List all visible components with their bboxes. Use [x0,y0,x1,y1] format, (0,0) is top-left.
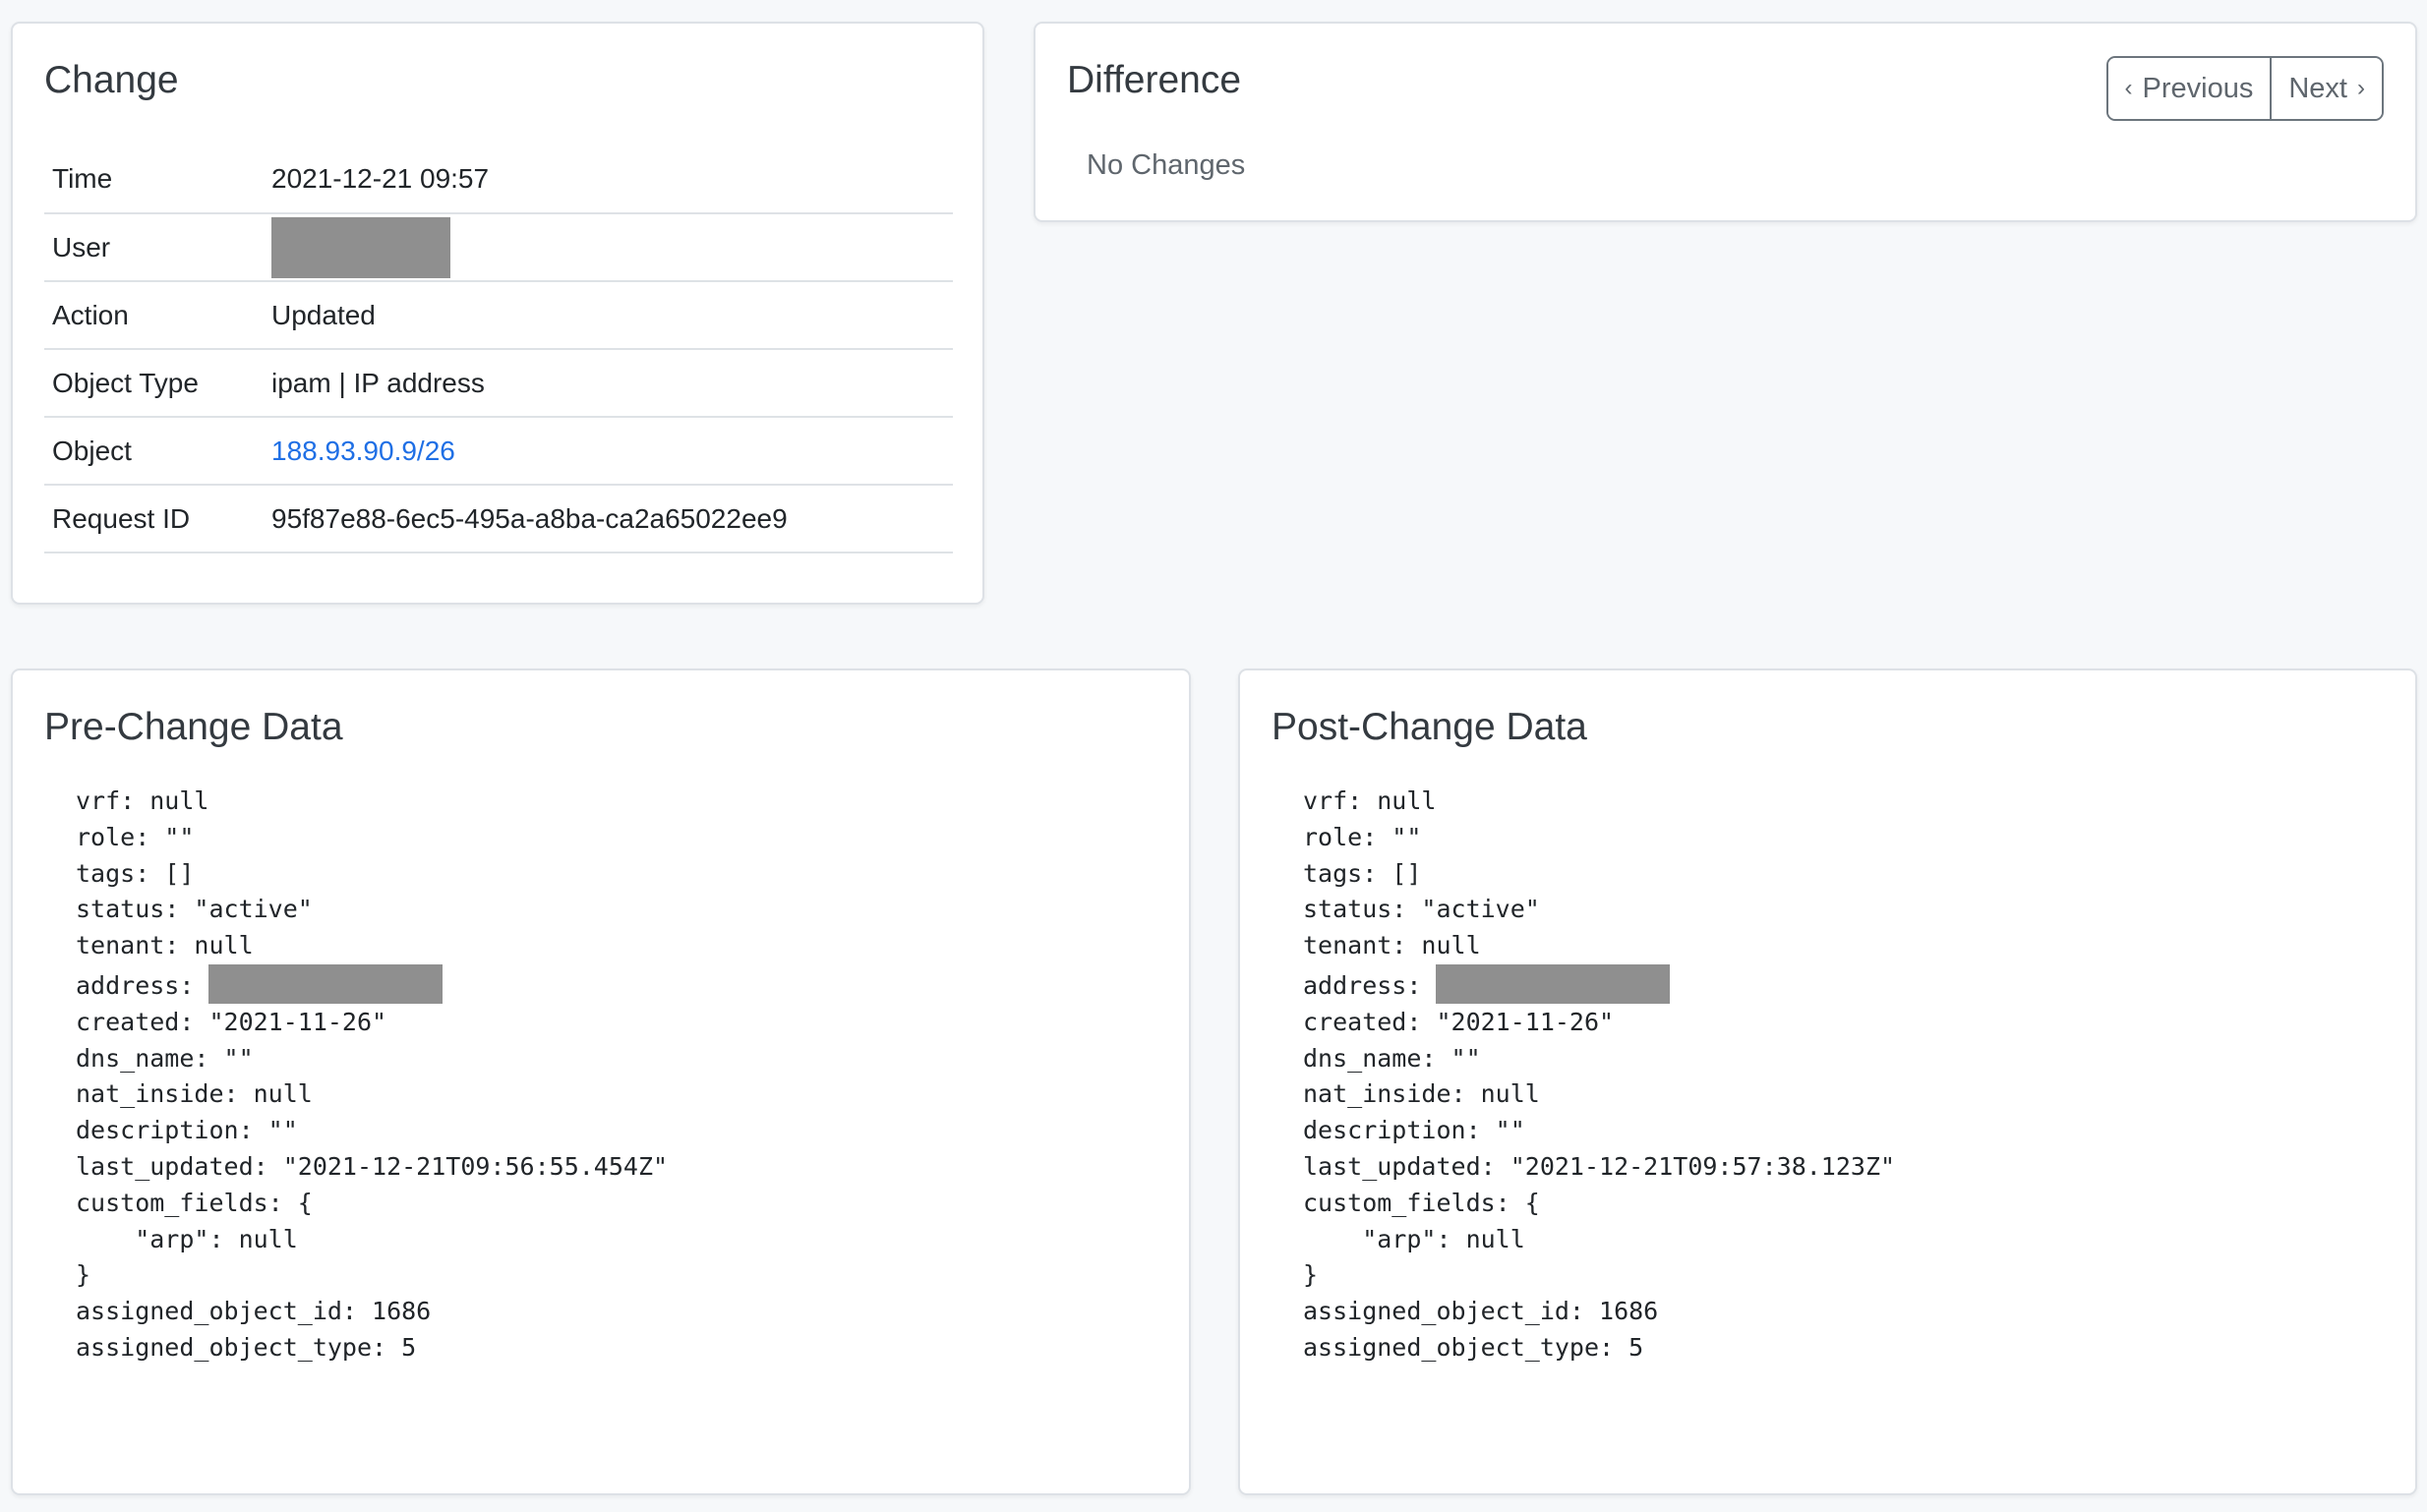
user-label: User [44,213,271,282]
object-type-value: ipam | IP address [271,349,953,418]
no-changes-text: No Changes [1087,149,1246,181]
data-line-dns-name: dns_name: "" [1303,1043,1481,1073]
table-row: Object 188.93.90.9/26 [44,417,953,486]
data-line-description: description: "" [1303,1116,1525,1145]
data-line-arp: "arp": null [1303,1224,1525,1253]
post-change-card-title: Post-Change Data [1272,706,1587,748]
address-redacted-block [208,963,444,1004]
difference-card: Difference ‹ Previous Next › No Changes [1034,22,2417,222]
request-id-label: Request ID [44,485,271,553]
request-id-value: 95f87e88-6ec5-495a-a8ba-ca2a65022ee9 [271,485,953,553]
data-line-address: address: [1303,970,1437,1000]
data-line-tenant: tenant: null [76,931,254,960]
table-row: Request ID 95f87e88-6ec5-495a-a8ba-ca2a6… [44,485,953,553]
difference-card-title: Difference [1067,59,1242,101]
previous-button-label: Previous [2142,72,2254,104]
data-line-dns-name: dns_name: "" [76,1043,254,1073]
data-line-role: role: "" [76,822,195,851]
pre-change-data-block: vrf: null role: "" tags: [] status: "act… [76,784,668,1367]
change-card-title: Change [44,59,179,101]
data-line-custom-fields-close: } [76,1260,91,1290]
previous-button[interactable]: ‹ Previous [2107,58,2271,119]
data-line-custom-fields-close: } [1303,1260,1319,1290]
data-line-created: created: "2021-11-26" [76,1007,387,1036]
next-button-label: Next [2288,72,2347,104]
data-line-tags: tags: [] [76,858,195,888]
data-line-assigned-object-id: assigned_object_id: 1686 [76,1297,432,1326]
object-link[interactable]: 188.93.90.9/26 [271,436,455,466]
post-change-card: Post-Change Data vrf: null role: "" tags… [1238,669,2417,1495]
data-line-nat-inside: nat_inside: null [1303,1079,1540,1109]
data-line-tenant: tenant: null [1303,931,1481,960]
table-row: Object Type ipam | IP address [44,349,953,418]
action-value: Updated [271,281,953,350]
table-row: Time 2021-12-21 09:57 [44,145,953,214]
post-change-data-block: vrf: null role: "" tags: [] status: "act… [1303,784,1895,1367]
data-line-status: status: "active" [1303,895,1540,924]
change-attributes-table: Time 2021-12-21 09:57 User Action Update… [44,145,953,553]
data-line-nat-inside: nat_inside: null [76,1079,313,1109]
data-line-role: role: "" [1303,822,1422,851]
time-label: Time [44,145,271,214]
data-line-vrf: vrf: null [1303,786,1437,815]
data-line-status: status: "active" [76,895,313,924]
table-row: User [44,213,953,282]
data-line-address: address: [76,970,209,1000]
data-line-description: description: "" [76,1116,298,1145]
user-redacted-block [271,216,450,278]
data-line-created: created: "2021-11-26" [1303,1007,1615,1036]
object-type-label: Object Type [44,349,271,418]
action-label: Action [44,281,271,350]
data-line-vrf: vrf: null [76,786,209,815]
pagination-button-group: ‹ Previous Next › [2105,56,2384,121]
data-line-custom-fields-open: custom_fields: { [76,1188,313,1217]
data-line-assigned-object-id: assigned_object_id: 1686 [1303,1297,1659,1326]
data-line-assigned-object-type: assigned_object_type: 5 [1303,1332,1644,1362]
data-line-assigned-object-type: assigned_object_type: 5 [76,1332,417,1362]
data-line-arp: "arp": null [76,1224,298,1253]
change-card: Change Time 2021-12-21 09:57 User Action… [11,22,984,605]
object-label: Object [44,417,271,486]
data-line-custom-fields-open: custom_fields: { [1303,1188,1540,1217]
chevron-left-icon: ‹ [2124,75,2133,101]
table-row: Action Updated [44,281,953,350]
time-value: 2021-12-21 09:57 [271,145,953,214]
chevron-right-icon: › [2357,75,2365,101]
pre-change-card-title: Pre-Change Data [44,706,343,748]
next-button[interactable]: Next › [2270,58,2382,119]
data-line-last-updated: last_updated: "2021-12-21T09:57:38.123Z" [1303,1151,1896,1181]
data-line-tags: tags: [] [1303,858,1422,888]
data-line-last-updated: last_updated: "2021-12-21T09:56:55.454Z" [76,1151,669,1181]
address-redacted-block [1436,963,1671,1004]
pre-change-card: Pre-Change Data vrf: null role: "" tags:… [11,669,1191,1495]
